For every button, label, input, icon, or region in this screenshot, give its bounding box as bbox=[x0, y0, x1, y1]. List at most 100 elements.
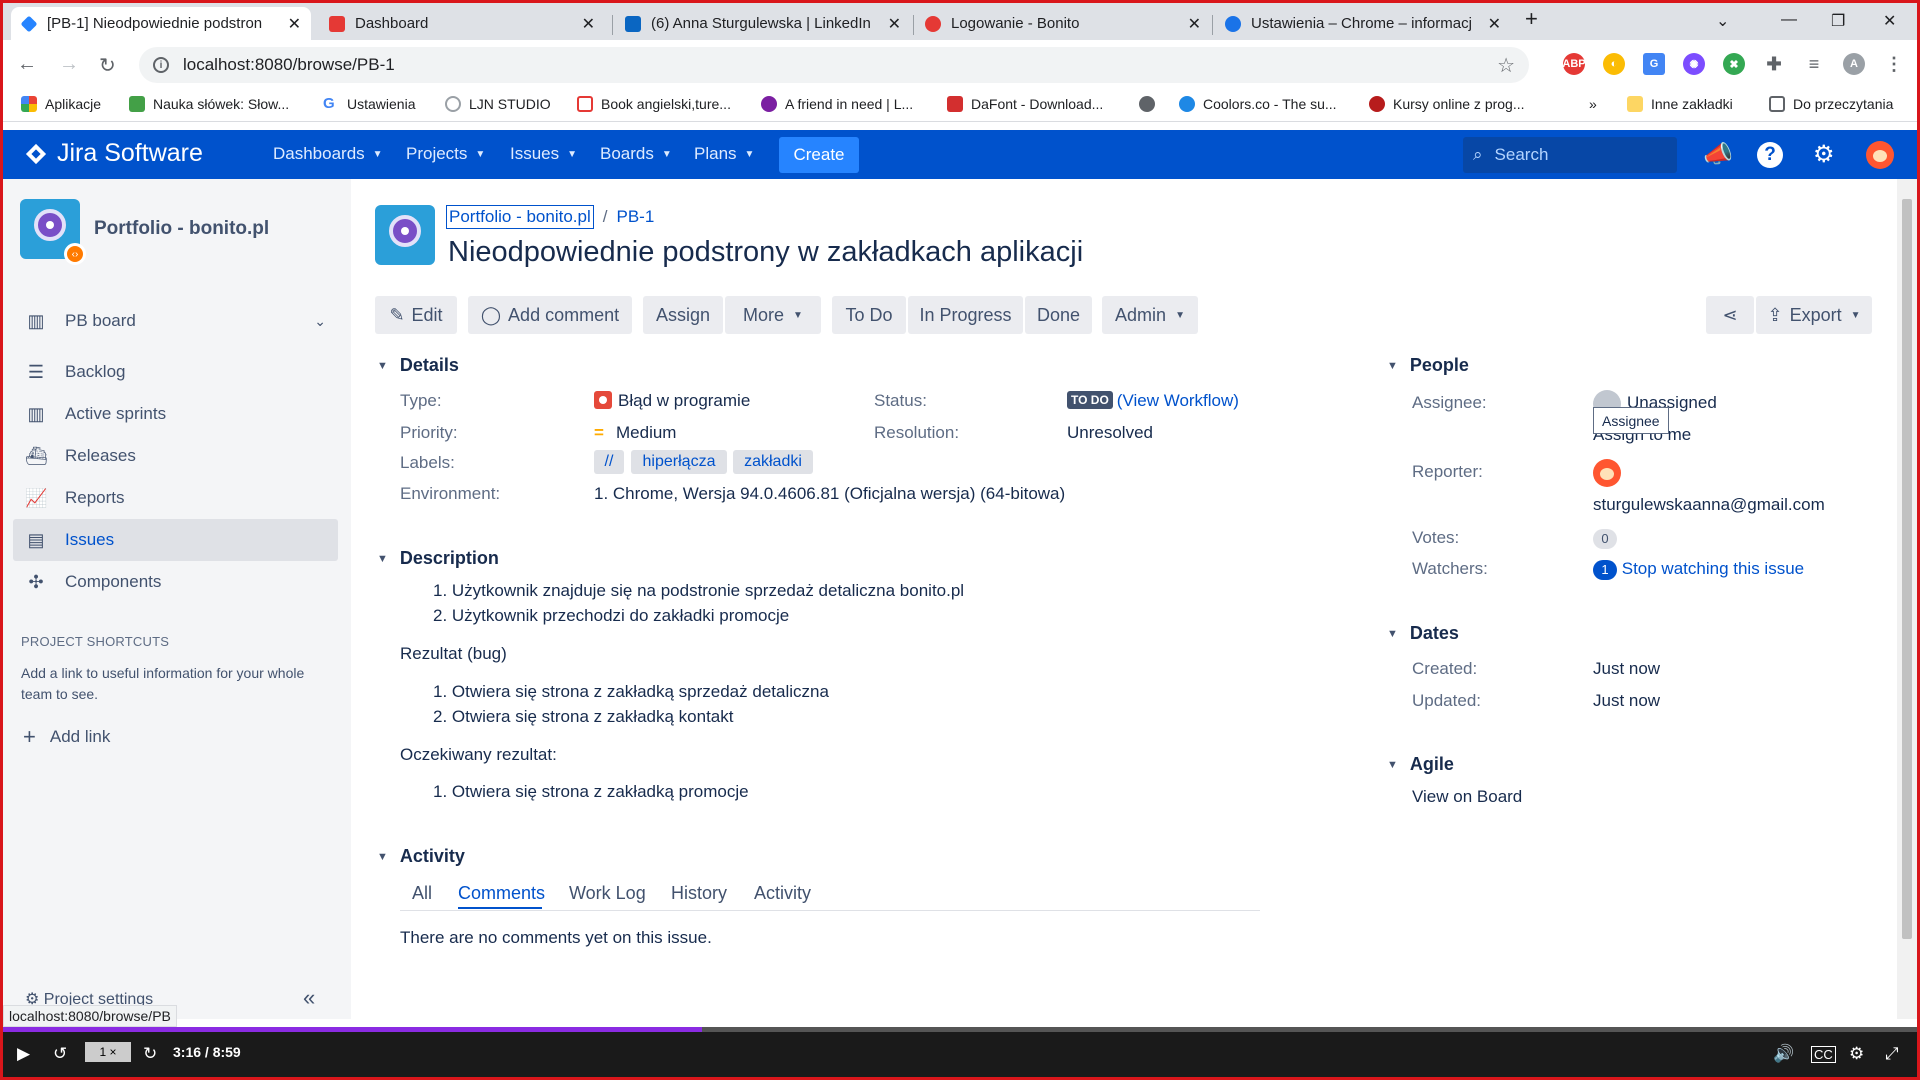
user-avatar[interactable] bbox=[1866, 141, 1894, 169]
tab-bonito-login[interactable]: Logowanie - Bonito ✕ bbox=[915, 7, 1211, 40]
assign-button[interactable]: Assign bbox=[643, 296, 723, 334]
captions-icon[interactable]: CC bbox=[1811, 1046, 1836, 1063]
forward-icon[interactable]: → bbox=[59, 53, 79, 76]
tab-chrome-settings[interactable]: Ustawienia – Chrome – informacj ✕ bbox=[1215, 7, 1511, 40]
sidebar-item-releases[interactable]: ⛴ Releases bbox=[13, 435, 338, 477]
details-heading[interactable]: ▼ Details bbox=[377, 355, 459, 376]
close-tab-icon[interactable]: ✕ bbox=[888, 14, 901, 34]
description-heading[interactable]: ▼ Description bbox=[377, 548, 499, 569]
label-tag[interactable]: // bbox=[594, 450, 624, 474]
dates-heading[interactable]: ▼ Dates bbox=[1387, 623, 1459, 644]
in-progress-button[interactable]: In Progress bbox=[908, 296, 1023, 334]
maximize-icon[interactable]: ❐ bbox=[1831, 11, 1845, 31]
new-tab-icon[interactable]: + bbox=[1525, 6, 1538, 32]
bookmark-item[interactable]: A friend in need | L... bbox=[761, 96, 913, 112]
nav-issues[interactable]: Issues ▼ bbox=[510, 144, 577, 164]
extension-icon[interactable]: ✺ bbox=[1683, 53, 1705, 75]
bookmark-item[interactable] bbox=[1139, 96, 1163, 112]
people-heading[interactable]: ▼ People bbox=[1387, 355, 1469, 376]
bookmark-item[interactable]: G Ustawienia bbox=[323, 96, 415, 112]
profile-avatar[interactable]: A bbox=[1843, 53, 1865, 75]
sidebar-item-backlog[interactable]: ☰ Backlog bbox=[13, 351, 338, 393]
extensions-puzzle-icon[interactable]: ✚ bbox=[1763, 53, 1785, 75]
playback-speed-button[interactable]: 1 × bbox=[85, 1042, 131, 1062]
bookmark-item[interactable]: Kursy online z prog... bbox=[1369, 96, 1525, 112]
breadcrumb-issue-key[interactable]: PB-1 bbox=[616, 207, 654, 227]
reading-list-icon[interactable]: ≡ bbox=[1803, 53, 1825, 75]
sidebar-item-reports[interactable]: 📈 Reports bbox=[13, 477, 338, 519]
activity-tab-activity[interactable]: Activity bbox=[754, 883, 811, 904]
label-tag[interactable]: zakładki bbox=[733, 450, 813, 474]
bookmark-item[interactable]: Book angielski,ture... bbox=[577, 96, 731, 112]
watchers-count[interactable]: 1 bbox=[1593, 560, 1617, 580]
nav-boards[interactable]: Boards ▼ bbox=[600, 144, 672, 164]
play-icon[interactable]: ▶ bbox=[17, 1044, 30, 1064]
share-button[interactable]: ⋖ bbox=[1706, 296, 1754, 334]
extension-icon[interactable]: ◐ bbox=[1603, 53, 1625, 75]
admin-button[interactable]: Admin ▼ bbox=[1102, 296, 1198, 334]
reading-list[interactable]: Do przeczytania bbox=[1769, 96, 1893, 112]
create-button[interactable]: Create bbox=[779, 137, 859, 173]
activity-tab-all[interactable]: All bbox=[412, 883, 432, 904]
megaphone-icon[interactable]: 📣 bbox=[1703, 140, 1733, 169]
minimize-icon[interactable]: — bbox=[1781, 11, 1797, 29]
export-button[interactable]: ⇪ Export ▼ bbox=[1756, 296, 1872, 334]
close-window-icon[interactable]: ✕ bbox=[1883, 11, 1896, 31]
sidebar-item-components[interactable]: ✣ Components bbox=[13, 561, 338, 603]
tab-jira-issue[interactable]: [PB-1] Nieodpowiednie podstron ✕ bbox=[11, 7, 311, 40]
rewind-icon[interactable]: ↺ bbox=[53, 1044, 67, 1064]
close-tab-icon[interactable]: ✕ bbox=[582, 14, 595, 34]
page-scrollbar[interactable] bbox=[1897, 179, 1917, 1019]
nav-dashboards[interactable]: Dashboards ▼ bbox=[273, 144, 383, 164]
jira-search-input[interactable]: ⌕ Search bbox=[1463, 137, 1677, 173]
sidebar-item-active-sprints[interactable]: ▥ Active sprints bbox=[13, 393, 338, 435]
activity-heading[interactable]: ▼ Activity bbox=[377, 846, 465, 867]
extension-icon[interactable]: ✖ bbox=[1723, 53, 1745, 75]
votes-value[interactable]: 0 bbox=[1593, 528, 1617, 549]
label-tag[interactable]: hiperłącza bbox=[631, 450, 727, 474]
breadcrumb-project-link[interactable]: Portfolio - bonito.pl bbox=[446, 205, 594, 229]
address-bar[interactable]: i localhost:8080/browse/PB-1 ☆ bbox=[139, 47, 1529, 83]
tab-search-icon[interactable]: ⌄ bbox=[1716, 11, 1729, 31]
issue-title[interactable]: Nieodpowiednie podstrony w zakładkach ap… bbox=[448, 236, 1083, 269]
agile-heading[interactable]: ▼ Agile bbox=[1387, 754, 1454, 775]
settings-gear-icon[interactable]: ⚙ bbox=[1813, 140, 1835, 169]
menu-kebab-icon[interactable]: ⋮ bbox=[1883, 53, 1905, 75]
project-header[interactable]: ‹› Portfolio - bonito.pl bbox=[20, 199, 269, 265]
bookmark-item[interactable]: DaFont - Download... bbox=[947, 96, 1103, 112]
tab-linkedin[interactable]: (6) Anna Sturgulewska | LinkedIn ✕ bbox=[615, 7, 911, 40]
nav-projects[interactable]: Projects ▼ bbox=[406, 144, 485, 164]
help-icon[interactable]: ? bbox=[1757, 142, 1783, 168]
bookmark-item[interactable]: LJN STUDIO bbox=[445, 96, 551, 112]
nav-plans[interactable]: Plans ▼ bbox=[694, 144, 754, 164]
done-button[interactable]: Done bbox=[1025, 296, 1092, 334]
stop-watching-link[interactable]: Stop watching this issue bbox=[1622, 559, 1804, 578]
bookmark-item[interactable]: Coolors.co - The su... bbox=[1179, 96, 1337, 112]
activity-tab-history[interactable]: History bbox=[671, 883, 727, 904]
reporter-value[interactable]: sturgulewskaanna@gmail.com bbox=[1593, 495, 1825, 515]
more-bookmarks-button[interactable]: » bbox=[1589, 96, 1597, 112]
settings-gear-icon[interactable]: ⚙ bbox=[1849, 1044, 1864, 1064]
chevron-down-icon[interactable]: ⌄ bbox=[314, 313, 326, 330]
fullscreen-icon[interactable]: ⤢ bbox=[1885, 1044, 1899, 1064]
close-tab-icon[interactable]: ✕ bbox=[1188, 14, 1201, 34]
sidebar-item-issues[interactable]: ▤ Issues bbox=[13, 519, 338, 561]
view-on-board-link[interactable]: View on Board bbox=[1412, 787, 1522, 807]
reload-icon[interactable]: ↻ bbox=[99, 53, 116, 78]
activity-tab-work-log[interactable]: Work Log bbox=[569, 883, 646, 904]
bookmark-item[interactable]: Nauka słówek: Słow... bbox=[129, 96, 289, 112]
close-tab-icon[interactable]: ✕ bbox=[288, 14, 301, 34]
scrollbar-thumb[interactable] bbox=[1902, 199, 1912, 939]
back-icon[interactable]: ← bbox=[17, 53, 37, 76]
adblock-icon[interactable]: ABP bbox=[1562, 53, 1586, 75]
edit-button[interactable]: ✎ Edit bbox=[375, 296, 457, 334]
translate-icon[interactable]: G bbox=[1643, 53, 1665, 75]
collapse-sidebar-icon[interactable]: « bbox=[303, 985, 315, 1011]
bookmark-apps[interactable]: Aplikacje bbox=[21, 96, 101, 112]
activity-tab-comments[interactable]: Comments bbox=[458, 883, 545, 904]
forward-icon[interactable]: ↻ bbox=[143, 1044, 157, 1064]
add-comment-button[interactable]: ◯ Add comment bbox=[468, 296, 632, 334]
view-workflow-link[interactable]: (View Workflow) bbox=[1117, 391, 1239, 410]
more-button[interactable]: More ▼ bbox=[725, 296, 821, 334]
url-text[interactable]: localhost:8080/browse/PB-1 bbox=[183, 55, 395, 75]
